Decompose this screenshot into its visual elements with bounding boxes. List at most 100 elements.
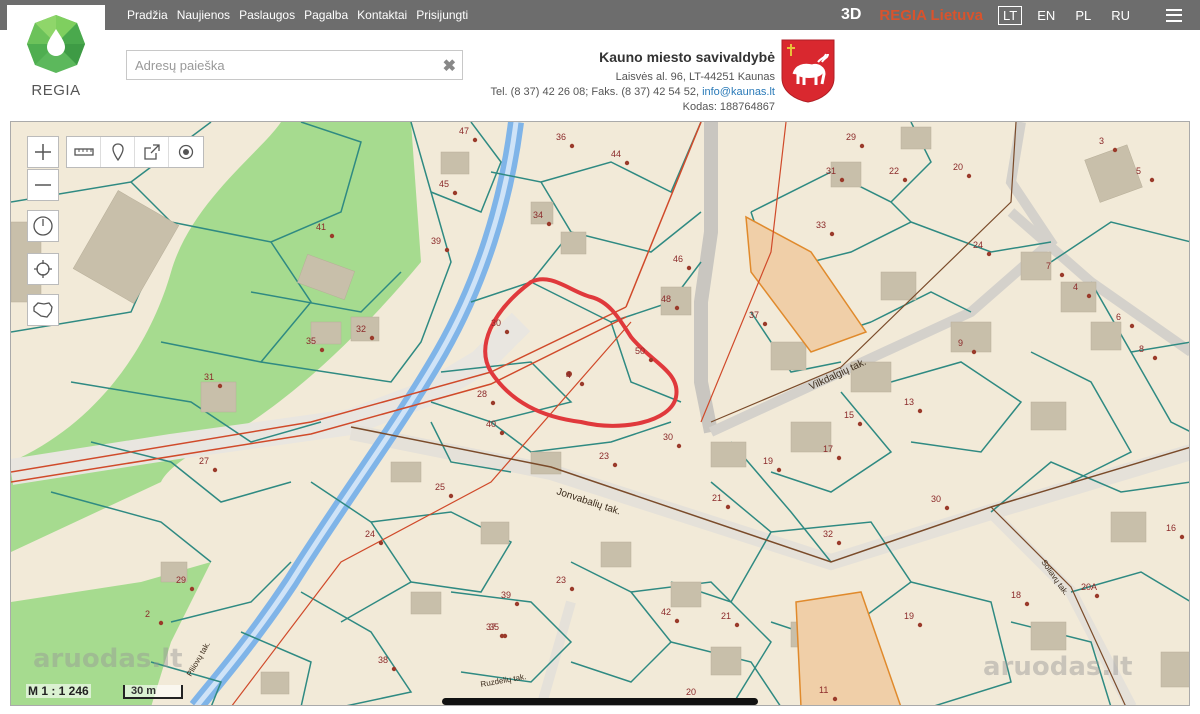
measure-button[interactable] (67, 137, 101, 167)
parcel-number: 34 (533, 210, 543, 220)
main-nav: Pradžia Naujienos Paslaugos Pagalba Kont… (127, 8, 468, 22)
lang-pl[interactable]: PL (1070, 6, 1096, 25)
parcel-number: 28 (477, 389, 487, 399)
parcel-dot (319, 347, 325, 353)
clear-icon[interactable]: ✖ (443, 56, 456, 76)
top-bar: Pradžia Naujienos Paslaugos Pagalba Kont… (0, 0, 1200, 30)
nav-pradzia[interactable]: Pradžia (127, 8, 168, 22)
parcel-number: 16 (1166, 523, 1176, 533)
share-button[interactable] (135, 137, 169, 167)
parcel-dot (676, 443, 682, 449)
lang-en[interactable]: EN (1032, 6, 1060, 25)
parcel-dot (1024, 601, 1030, 607)
parcel-dot (674, 305, 680, 311)
parcel-dot (212, 467, 218, 473)
parcel-dot (546, 221, 552, 227)
3d-button[interactable]: 3D (841, 6, 861, 24)
parcel-dot (971, 349, 977, 355)
parcel-dot (499, 633, 505, 639)
parcel-number: 6 (1116, 312, 1121, 322)
zoom-out-button[interactable] (27, 169, 59, 201)
parcel-dot (499, 430, 505, 436)
lang-lt[interactable]: LT (998, 5, 1023, 25)
parcel-dot (1112, 147, 1118, 153)
parcel-dot (504, 329, 510, 335)
parcel-dot (648, 357, 654, 363)
municipality-phone: Tel. (8 37) 42 26 08; Faks. (8 37) 42 54… (490, 86, 699, 98)
municipality-code: Kodas: 188764867 (682, 101, 775, 113)
nav-paslaugos[interactable]: Paslaugos (239, 8, 295, 22)
parcel-dot (944, 505, 950, 511)
parcel-number: 21 (712, 493, 722, 503)
parcel-number: 35 (306, 336, 316, 346)
regia-logo[interactable]: REGIA (7, 5, 105, 105)
parcel-dot (836, 540, 842, 546)
watermark-right: aruodas.lt (983, 652, 1133, 682)
parcel-dot (452, 190, 458, 196)
map-toolbar (66, 136, 204, 168)
nav-pagalba[interactable]: Pagalba (304, 8, 348, 22)
lithuania-map-icon (33, 302, 53, 318)
parcel-dot (917, 408, 923, 414)
parcel-number: 40 (486, 419, 496, 429)
parcel-number: 19 (763, 456, 773, 466)
share-icon (143, 144, 160, 160)
brand-link[interactable]: REGIA Lietuva (879, 7, 983, 24)
parcel-dot (158, 620, 164, 626)
plus-icon (35, 144, 51, 160)
parcel-number: 17 (823, 444, 833, 454)
parcel-number: 32 (823, 529, 833, 539)
parcel-dot (329, 233, 335, 239)
municipality-email[interactable]: info@kaunas.lt (702, 86, 775, 98)
address-search: ✖ (126, 50, 463, 80)
map-canvas[interactable]: Vilkdalgių tak. Jonvabalių tak. Pliiovų … (10, 121, 1190, 706)
parcel-number: 32 (356, 324, 366, 334)
history-button[interactable] (27, 210, 59, 242)
parcel-number: 24 (365, 529, 375, 539)
zoom-in-button[interactable] (27, 136, 59, 168)
lithuania-extent-button[interactable] (27, 294, 59, 326)
parcel-number: 24 (973, 240, 983, 250)
parcel-dot (579, 381, 585, 387)
parcel-dot (839, 177, 845, 183)
parcel-dot (734, 622, 740, 628)
nav-kontaktai[interactable]: Kontaktai (357, 8, 407, 22)
marker-button[interactable] (101, 137, 135, 167)
parcel-number: 11 (819, 685, 828, 695)
regia-logo-icon (27, 15, 85, 73)
parcel-number: 15 (844, 410, 854, 420)
parcel-dot (369, 335, 375, 341)
coat-of-arms-icon (781, 39, 835, 103)
parcel-number: 42 (661, 607, 671, 617)
parcel-number: 31 (826, 166, 836, 176)
menu-icon[interactable] (1166, 8, 1182, 22)
parcel-dot (776, 467, 782, 473)
parcel-number: 37 (749, 310, 759, 320)
parcel-number: 25 (435, 482, 445, 492)
parcel-number: 13 (904, 397, 914, 407)
clock-icon (33, 216, 53, 236)
locate-button[interactable] (169, 137, 203, 167)
parcel-number: 20 (953, 162, 963, 172)
municipality-address: Laisvės al. 96, LT-44251 Kaunas (615, 71, 775, 83)
parcel-dot (917, 622, 923, 628)
parcel-number: 2 (145, 609, 150, 619)
parcel-dot (1094, 593, 1100, 599)
nav-naujienos[interactable]: Naujienos (177, 8, 230, 22)
nav-prisijungti[interactable]: Prisijungti (416, 8, 468, 22)
municipality-info: Kauno miesto savivaldybė Laisvės al. 96,… (490, 47, 775, 115)
parcel-number: 45 (439, 179, 449, 189)
gps-button[interactable] (27, 253, 59, 285)
top-right-controls: 3D REGIA Lietuva LT EN PL RU (841, 4, 1182, 26)
lang-ru[interactable]: RU (1106, 6, 1135, 25)
parcel-dot (378, 540, 384, 546)
parcel-dot (859, 143, 865, 149)
parcel-number: 3 (1099, 136, 1104, 146)
parcel-dot (514, 601, 520, 607)
parcel-number: 27 (199, 456, 209, 466)
parcel-number: 47 (459, 126, 469, 136)
address-search-input[interactable] (127, 51, 427, 79)
parcel-dot (189, 586, 195, 592)
parcel-number: 33 (816, 220, 826, 230)
parcel-number: 36 (556, 132, 566, 142)
